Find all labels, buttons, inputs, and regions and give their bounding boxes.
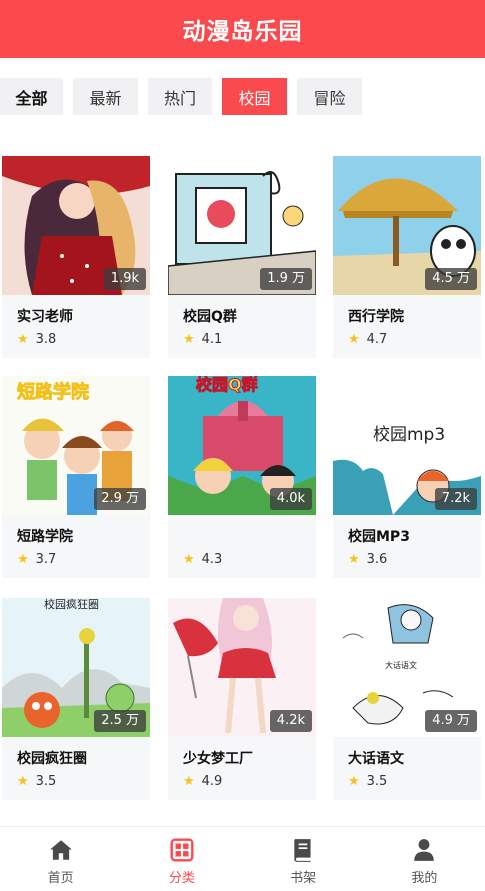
nav-profile[interactable]: 我的 [364, 827, 485, 891]
comic-cover[interactable]: 大话语文 4.9 万 [333, 598, 481, 737]
star-icon: ★ [183, 552, 195, 567]
comic-card[interactable]: 1.9k 实习老师 ★ 3.8 [2, 156, 150, 358]
comic-title[interactable]: 西行学院 [348, 306, 404, 326]
star-icon: ★ [183, 332, 195, 347]
comic-rating: ★ 4.1 [183, 332, 222, 347]
star-icon: ★ [348, 332, 360, 347]
rating-value: 3.8 [35, 332, 57, 347]
nav-label: 首页 [47, 871, 74, 886]
cover-title-text: 短路学院 [17, 381, 89, 403]
category-tabs: 全部 最新 热门 校园 冒险 [0, 78, 372, 115]
user-icon [414, 839, 435, 861]
rating-value: 4.1 [201, 332, 223, 347]
comic-title[interactable]: 校园Q群 [183, 306, 237, 326]
tab-all[interactable]: 全部 [0, 78, 63, 115]
cover-title-text: 校园Q群 [196, 376, 258, 394]
home-icon [49, 840, 72, 860]
app-title: 动漫岛乐园 [182, 19, 303, 45]
bookshelf-icon [294, 839, 311, 862]
cover-title-text: 校园mp3 [373, 425, 445, 445]
read-count: 7.2k [434, 488, 477, 510]
comic-cover[interactable]: 1.9 万 [168, 156, 316, 295]
rating-value: 3.7 [35, 552, 57, 567]
comic-cover[interactable]: 4.2k [168, 598, 316, 737]
comic-cover[interactable]: 校园mp3 7.2k [333, 376, 481, 515]
star-icon: ★ [348, 552, 360, 567]
comic-card[interactable]: 大话语文 4.9 万 大话语文 ★ 3.5 [333, 598, 481, 800]
read-count: 4.2k [269, 710, 312, 732]
nav-label: 分类 [168, 871, 195, 886]
comic-cover[interactable]: 4.5 万 [333, 156, 481, 295]
app-header: 动漫岛乐园 [0, 0, 485, 58]
tab-hot[interactable]: 热门 [148, 78, 212, 115]
rating-value: 4.3 [201, 552, 223, 567]
comic-rating: ★ 4.3 [183, 552, 222, 567]
bottom-nav: 首页 分类 书架 我的 [0, 826, 485, 891]
comic-cover[interactable]: 校园疯狂圈 2.5 万 [2, 598, 150, 737]
rating-value: 3.5 [366, 774, 388, 789]
rating-value: 4.9 [201, 774, 223, 789]
nav-category[interactable]: 分类 [121, 827, 242, 891]
comic-rating: ★ 3.8 [17, 332, 56, 347]
comic-cover[interactable]: 校园Q群 4.0k [168, 376, 316, 515]
comic-title[interactable]: 校园疯狂圈 [17, 748, 87, 768]
tab-adventure[interactable]: 冒险 [297, 78, 362, 115]
tab-campus[interactable]: 校园 [222, 78, 287, 115]
comic-title[interactable]: 校园MP3 [348, 526, 410, 546]
read-count: 4.5 万 [425, 268, 477, 290]
comic-card[interactable]: 4.5 万 西行学院 ★ 4.7 [333, 156, 481, 358]
star-icon: ★ [17, 552, 29, 567]
read-count: 4.9 万 [425, 710, 477, 732]
comic-rating: ★ 3.5 [17, 774, 56, 789]
star-icon: ★ [17, 332, 29, 347]
comic-title[interactable]: 大话语文 [348, 748, 404, 768]
nav-bookshelf[interactable]: 书架 [243, 827, 364, 891]
star-icon: ★ [17, 774, 29, 789]
read-count: 4.0k [269, 488, 312, 510]
comic-rating: ★ 4.9 [183, 774, 222, 789]
read-count: 2.5 万 [94, 710, 146, 732]
comic-rating: ★ 3.6 [348, 552, 387, 567]
rating-value: 3.5 [35, 774, 57, 789]
comic-rating: ★ 3.7 [17, 552, 56, 567]
comic-card[interactable]: 短路学院 2.9 万 短路学院 ★ 3.7 [2, 376, 150, 578]
cover-title-text: 校园疯狂圈 [44, 598, 99, 611]
nav-home[interactable]: 首页 [0, 827, 121, 891]
comic-cover[interactable]: 短路学院 2.9 万 [2, 376, 150, 515]
nav-label: 书架 [290, 871, 317, 886]
comic-card[interactable]: 校园Q群 4.0k ★ 4.3 [168, 376, 316, 578]
comic-rating: ★ 3.5 [348, 774, 387, 789]
read-count: 1.9 万 [260, 268, 312, 290]
category-icon [170, 838, 194, 862]
nav-label: 我的 [411, 871, 438, 886]
rating-value: 4.7 [366, 332, 388, 347]
cover-title-text: 大话语文 [385, 660, 417, 670]
read-count: 1.9k [103, 268, 146, 290]
comic-rating: ★ 4.7 [348, 332, 387, 347]
comic-card[interactable]: 校园mp3 7.2k 校园MP3 ★ 3.6 [333, 376, 481, 578]
comic-card[interactable]: 4.2k 少女梦工厂 ★ 4.9 [168, 598, 316, 800]
star-icon: ★ [348, 774, 360, 789]
comic-title[interactable]: 少女梦工厂 [183, 748, 253, 768]
star-icon: ★ [183, 774, 195, 789]
rating-value: 3.6 [366, 552, 388, 567]
comic-title[interactable]: 实习老师 [17, 306, 73, 326]
comic-card[interactable]: 1.9 万 校园Q群 ★ 4.1 [168, 156, 316, 358]
tab-latest[interactable]: 最新 [73, 78, 138, 115]
read-count: 2.9 万 [94, 488, 146, 510]
comic-card[interactable]: 校园疯狂圈 2.5 万 校园疯狂圈 ★ 3.5 [2, 598, 150, 800]
comic-title[interactable]: 短路学院 [17, 526, 73, 546]
comic-cover[interactable]: 1.9k [2, 156, 150, 295]
